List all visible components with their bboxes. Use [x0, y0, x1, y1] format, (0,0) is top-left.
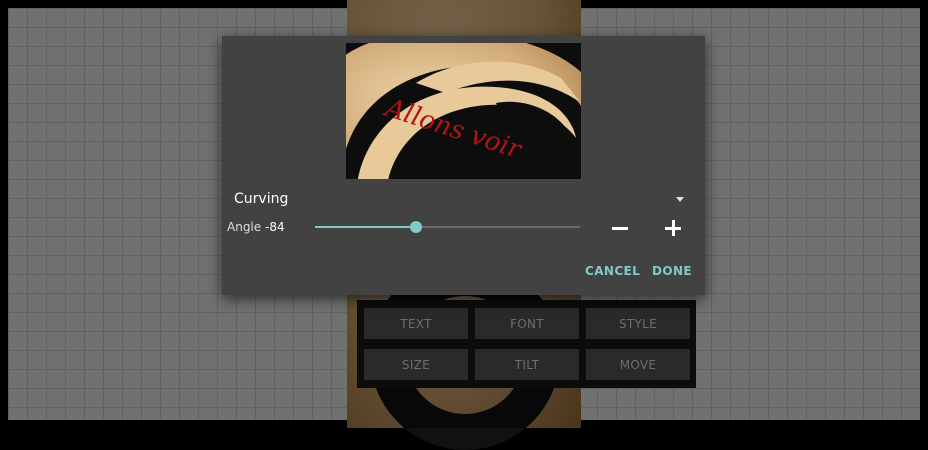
angle-label: Angle — [227, 220, 262, 234]
angle-slider[interactable] — [315, 219, 580, 235]
size-button[interactable]: SIZE — [364, 349, 468, 380]
chevron-down-icon — [676, 197, 684, 202]
angle-value: -84 — [264, 220, 285, 234]
increase-angle-button[interactable] — [659, 214, 687, 242]
minus-icon — [612, 226, 628, 230]
done-button[interactable]: DONE — [652, 264, 692, 278]
move-button[interactable]: MOVE — [586, 349, 690, 380]
preview-artwork: Allons voir — [346, 43, 581, 179]
slider-track-fill — [315, 226, 416, 228]
text-preview: Allons voir — [346, 43, 581, 179]
tool-grid: TEXT FONT STYLE SIZE TILT MOVE — [357, 300, 696, 388]
cancel-button[interactable]: CANCEL — [585, 264, 640, 278]
decrease-angle-button[interactable] — [606, 214, 634, 242]
effect-dropdown-value: Curving — [234, 191, 289, 207]
curving-dialog: Allons voir Curving Angle -84 CANCEL DON… — [222, 36, 705, 295]
style-button[interactable]: STYLE — [586, 308, 690, 339]
effect-dropdown[interactable]: Curving — [234, 189, 694, 213]
plus-icon — [665, 220, 681, 236]
tilt-button[interactable]: TILT — [475, 349, 579, 380]
angle-readout: Angle -84 — [227, 220, 285, 234]
slider-thumb[interactable] — [409, 221, 422, 233]
text-button[interactable]: TEXT — [364, 308, 468, 339]
font-button[interactable]: FONT — [475, 308, 579, 339]
